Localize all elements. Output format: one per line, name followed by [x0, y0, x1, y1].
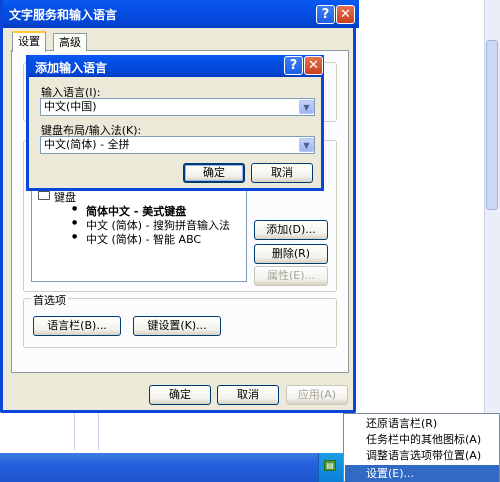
help-icon[interactable]: ? — [284, 56, 303, 75]
dialog-titlebar[interactable]: 添加输入语言 ? ✕ — [29, 55, 323, 77]
cancel-button[interactable]: 取消 — [217, 385, 279, 405]
menu-item-adjust-language-band[interactable]: 调整语言选项带位置(A) — [366, 448, 500, 464]
tab-advanced[interactable]: 高级 — [53, 33, 87, 51]
language-bar-context-menu: 还原语言栏(R) 任务栏中的其他图标(A) 调整语言选项带位置(A) 设置(E)… — [343, 413, 500, 482]
dialog-title: 添加输入语言 — [35, 61, 108, 75]
ok-button[interactable]: 确定 — [149, 385, 211, 405]
apply-button[interactable]: 应用(A) — [286, 385, 348, 405]
help-icon[interactable]: ? — [316, 5, 335, 24]
bullet-icon: ● — [72, 233, 78, 240]
window-title: 文字服务和输入语言 — [9, 8, 118, 22]
add-input-language-dialog: 添加输入语言 ? ✕ 输入语言(I): 中文(中国) ▼ 键盘布局/输入法(K)… — [26, 55, 324, 191]
list-item[interactable]: 中文 (简体) - 智能 ABC — [86, 231, 201, 247]
keyboard-icon — [38, 191, 50, 200]
tab-settings[interactable]: 设置 — [12, 31, 46, 52]
language-bar-button[interactable]: 语言栏(B)... — [33, 316, 121, 336]
language-bar-icon[interactable]: ▤ — [324, 460, 336, 471]
remove-button[interactable]: 删除(R) — [254, 244, 328, 264]
chevron-down-icon[interactable]: ▼ — [299, 138, 314, 152]
input-language-value: 中文(中国) — [44, 100, 97, 113]
keyboard-label: 键盘 — [54, 191, 76, 204]
keyboard-layout-value: 中文(简体) - 全拼 — [44, 138, 130, 151]
menu-item-other-taskbar-icons[interactable]: 任务栏中的其他图标(A) — [366, 432, 500, 448]
menu-item-restore-language-bar[interactable]: 还原语言栏(R) — [366, 416, 500, 432]
close-icon[interactable]: ✕ — [336, 5, 355, 24]
bullet-icon: ● — [72, 205, 78, 212]
bullet-icon: ● — [72, 219, 78, 226]
dialog-cancel-button[interactable]: 取消 — [251, 163, 313, 183]
properties-button[interactable]: 属性(E)... — [254, 266, 328, 286]
add-button[interactable]: 添加(D)... — [254, 220, 328, 240]
menu-item-settings[interactable]: 设置(E)... — [366, 466, 500, 482]
window-titlebar[interactable]: 文字服务和输入语言 ? ✕ — [3, 0, 359, 28]
dialog-ok-button[interactable]: 确定 — [183, 163, 245, 183]
input-language-select[interactable]: 中文(中国) — [40, 98, 315, 116]
close-icon[interactable]: ✕ — [304, 56, 323, 75]
key-settings-button[interactable]: 键设置(K)... — [133, 316, 221, 336]
chevron-down-icon[interactable]: ▼ — [299, 100, 314, 114]
keyboard-layout-select[interactable]: 中文(简体) - 全拼 — [40, 136, 315, 154]
background-scrollbar-thumb[interactable] — [486, 40, 498, 210]
preferences-label: 首选项 — [31, 292, 68, 308]
background-document — [354, 0, 500, 445]
